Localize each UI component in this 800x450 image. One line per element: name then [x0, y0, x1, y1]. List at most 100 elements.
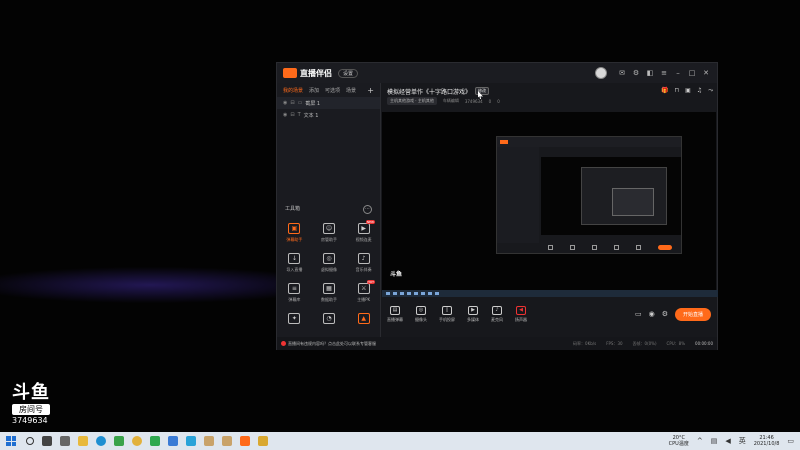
close-icon[interactable]: ✕ [701, 68, 711, 78]
lock-icon[interactable]: ⊟ [290, 112, 294, 118]
app-gold-icon[interactable] [258, 436, 268, 446]
chrome-icon[interactable] [132, 436, 142, 446]
add-scene-icon[interactable]: + [367, 86, 374, 95]
tool-item[interactable]: ▲ [346, 313, 381, 327]
tab-my-scene[interactable]: 我的场景 [283, 87, 303, 94]
app-box2-icon[interactable] [222, 436, 232, 446]
message-icon[interactable]: ✉ [617, 68, 627, 78]
category-tag[interactable]: 主机其他游戏 · 主机其他 [387, 97, 437, 105]
room-id: 3749634 [464, 98, 483, 104]
media-icon: ▶ [468, 305, 478, 315]
room-title: 模拟经营单作《十字路口游戏》 [387, 88, 472, 96]
start-live-button[interactable]: 开始直播 [674, 307, 711, 321]
notification-icon[interactable]: ▭ [787, 437, 794, 445]
volume-icon[interactable]: ◀ [725, 437, 730, 445]
tool-item[interactable]: ▶ NEW 视频连麦 [346, 220, 381, 243]
input-method-icon[interactable]: 英 [739, 436, 746, 446]
tool-item[interactable]: ◔ [312, 313, 347, 327]
main-panel: 模拟经营单作《十字路口游戏》 修改 🎁 ⊓ ▣ ♫ ⤳ 主机其他游戏 · 主机其… [381, 83, 719, 337]
tool-item[interactable]: ▣ 弹幕助手 [277, 223, 312, 243]
tool-item[interactable]: ▦ 数据助手 [312, 283, 347, 303]
tool-label: 数据助手 [320, 297, 337, 302]
version-pill[interactable]: 设置 [338, 68, 359, 78]
windows-start-icon[interactable] [6, 436, 16, 446]
webcam-icon: ◎ [416, 305, 426, 315]
tool-item[interactable]: ✦ [277, 313, 312, 327]
tool-item[interactable]: ◎ 虚拟摄像 [312, 253, 347, 273]
danmu-icon: ▤ [390, 305, 400, 315]
search-icon[interactable] [26, 437, 34, 445]
share-screen-icon[interactable]: ▣ [685, 87, 691, 95]
live-timer: 00:00:00 [695, 340, 713, 346]
file-explorer-icon[interactable] [78, 436, 88, 446]
tool-item[interactable]: ≡ 弹幕库 [277, 283, 312, 303]
tool-label: 弹幕库 [288, 297, 301, 302]
edit-title-button[interactable]: 修改 [475, 87, 490, 95]
tab-optional[interactable]: 可选项 [325, 87, 340, 94]
app-box-icon[interactable] [204, 436, 214, 446]
source-item[interactable]: ◉ ⊟ ▭ 截屏 1 [277, 97, 380, 109]
grid-app-icon[interactable] [60, 436, 70, 446]
tool-item[interactable]: ↓ 导入直播 [277, 253, 312, 273]
app-green-icon[interactable] [150, 436, 160, 446]
tool-label: 视频连麦 [355, 237, 372, 242]
microphone-button[interactable]: ♪ 麦克风 [491, 305, 503, 323]
phone-icon: ▯ [442, 305, 452, 315]
room-label: 房间号 [12, 404, 50, 415]
download-icon: ↓ [288, 253, 301, 264]
fps: FPS：30 [606, 340, 623, 346]
viewers-count: 0 [497, 98, 500, 104]
minimize-icon[interactable]: – [673, 68, 683, 78]
stream-preview[interactable]: 斗鱼 [382, 112, 718, 297]
more-icon[interactable]: ⋯ [363, 205, 372, 214]
tab-scene[interactable]: 场景 [346, 87, 356, 94]
eye-icon[interactable]: ◉ [283, 100, 287, 106]
lock-icon[interactable]: ⊓ [674, 87, 679, 95]
tool-item[interactable]: ♪ 音乐伴奏 [346, 253, 381, 273]
screen-icon: ▭ [297, 100, 303, 106]
avatar[interactable] [595, 67, 607, 79]
menu-icon[interactable]: ≡ [659, 68, 669, 78]
fire-icon: ▲ [357, 313, 370, 324]
preview-eye-icon[interactable]: ◉ [649, 310, 655, 318]
skin-icon[interactable]: ◧ [645, 68, 655, 78]
app-blue-icon[interactable] [168, 436, 178, 446]
webcam-button[interactable]: ◎ 摄像头 [415, 305, 427, 323]
tool-label: 导入直播 [286, 267, 303, 272]
violation-notice[interactable]: 直播间有违规内容吗？点击此处可以联系专管客服 [281, 341, 376, 347]
record-icon[interactable]: ▭ [635, 310, 642, 318]
app-cyan-icon[interactable] [186, 436, 196, 446]
tool-item[interactable]: ⚔ HOT 主播PK [346, 280, 381, 303]
fans-count: 0 [488, 98, 492, 104]
lock-icon[interactable]: ⊟ [290, 100, 294, 106]
chevron-up-icon[interactable]: ^ [697, 437, 703, 445]
clock[interactable]: 21:46 2021/10/8 [754, 435, 780, 447]
app-logo-icon [283, 68, 297, 78]
source-item[interactable]: ◉ ⊟ T 文本 1 [277, 109, 380, 121]
weather-widget[interactable]: 20°C CPU温度 [669, 435, 689, 447]
speaker-button[interactable]: ◀ 扬声器 [515, 305, 527, 323]
tab-add[interactable]: 添加 [309, 87, 319, 94]
phone-cast-button[interactable]: ▯ 手机投屏 [439, 305, 455, 323]
share-icon[interactable]: ⤳ [708, 87, 713, 95]
store-icon[interactable] [114, 436, 124, 446]
settings-icon[interactable]: ⚙ [662, 310, 668, 318]
pk-icon: ⚔ [357, 283, 370, 294]
tool-label: 主播PK [357, 297, 371, 302]
task-view-icon[interactable] [42, 436, 52, 446]
bell-icon: ◔ [322, 313, 335, 324]
media-button[interactable]: ▶ 多媒体 [467, 305, 479, 323]
bell-icon[interactable]: ♫ [697, 87, 702, 95]
network-icon[interactable]: ▤ [711, 437, 718, 445]
app-name: 直播伴侣 [300, 68, 332, 78]
tool-item[interactable]: ☺ 房管助手 [312, 223, 347, 243]
maximize-icon[interactable]: □ [687, 68, 697, 78]
settings-icon[interactable]: ⚙ [631, 68, 641, 78]
left-panel: 我的场景 添加 可选项 场景 + ◉ ⊟ ▭ 截屏 1 ◉ ⊟ T 文本 1 工… [277, 83, 381, 337]
edge-icon[interactable] [96, 436, 106, 446]
eye-icon[interactable]: ◉ [283, 112, 287, 118]
gift-icon[interactable]: 🎁 [661, 87, 668, 95]
douyu-app-icon[interactable] [240, 436, 250, 446]
tool-label: 虚拟摄像 [320, 267, 337, 272]
danmu-button[interactable]: ▤ 直播弹幕 [387, 305, 403, 323]
